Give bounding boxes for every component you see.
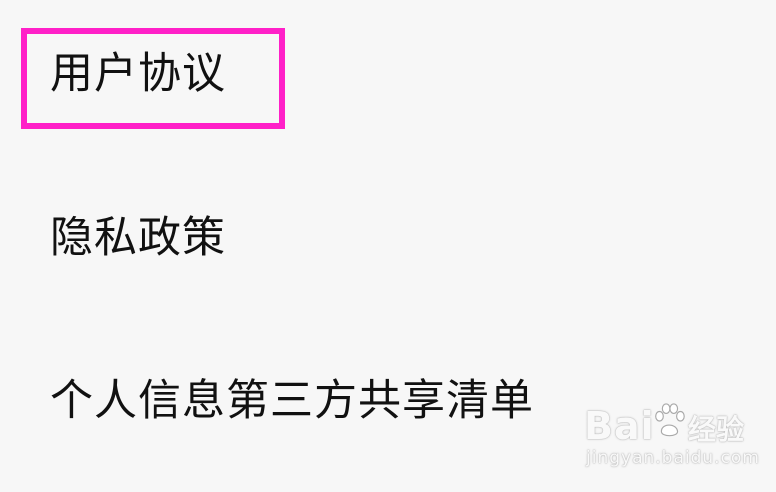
- menu-item-privacy-policy[interactable]: 隐私政策: [50, 212, 226, 264]
- menu-item-label: 用户协议: [50, 49, 226, 99]
- baidu-jingyan-watermark: Bai 经验 jingyan.baidu.com: [584, 400, 759, 478]
- watermark-brand-suffix: 经验: [688, 413, 745, 446]
- baidu-paw-icon: [655, 403, 685, 437]
- watermark-url: jingyan.baidu.com: [586, 448, 760, 468]
- watermark-brand: Bai: [584, 404, 655, 448]
- menu-item-user-agreement[interactable]: 用户协议: [50, 48, 226, 100]
- menu-item-label: 隐私政策: [50, 213, 226, 263]
- menu-item-third-party-sharing-list[interactable]: 个人信息第三方共享清单: [50, 375, 534, 427]
- menu-item-label: 个人信息第三方共享清单: [50, 376, 534, 426]
